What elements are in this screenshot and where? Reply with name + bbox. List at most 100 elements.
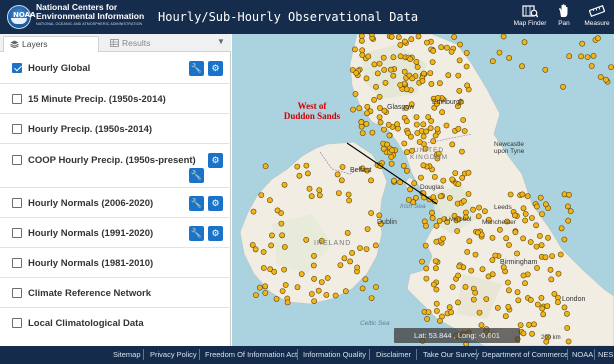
station-marker[interactable]	[439, 109, 445, 116]
station-marker[interactable]	[354, 264, 361, 271]
station-marker[interactable]	[436, 80, 443, 87]
station-marker[interactable]	[457, 41, 463, 48]
station-marker[interactable]	[430, 138, 437, 145]
station-marker[interactable]	[560, 83, 566, 90]
station-marker[interactable]	[590, 52, 597, 59]
station-marker[interactable]	[281, 181, 288, 188]
station-marker[interactable]	[448, 48, 455, 55]
layer-row-15min-precip[interactable]: 15 Minute Precip. (1950s-2014)	[0, 84, 231, 114]
station-marker[interactable]	[542, 66, 549, 73]
station-marker[interactable]	[522, 211, 529, 217]
footer-link-nesdis[interactable]: NESDIS	[598, 350, 614, 359]
station-marker[interactable]	[603, 76, 609, 83]
station-marker[interactable]	[373, 83, 379, 90]
station-marker[interactable]	[463, 49, 470, 56]
layer-row-climate-reference-network[interactable]: Climate Reference Network	[0, 278, 231, 308]
station-marker[interactable]	[492, 252, 499, 259]
station-marker[interactable]	[369, 129, 376, 136]
station-marker[interactable]	[555, 270, 562, 277]
footer-link-sitemap[interactable]: Sitemap	[113, 350, 141, 359]
station-marker[interactable]	[455, 125, 462, 132]
station-marker[interactable]	[429, 59, 436, 65]
collapse-panel-icon[interactable]: ▼	[217, 37, 225, 46]
station-marker[interactable]	[427, 125, 434, 132]
station-marker[interactable]	[356, 105, 363, 112]
station-marker[interactable]	[368, 177, 374, 184]
station-marker[interactable]	[554, 299, 561, 306]
station-marker[interactable]	[425, 114, 432, 120]
station-marker[interactable]	[364, 226, 371, 232]
gear-icon[interactable]: ⚙	[208, 153, 223, 168]
station-marker[interactable]	[432, 265, 439, 272]
station-marker[interactable]	[408, 36, 415, 43]
layer-row-hourly-normals-1981[interactable]: Hourly Normals (1981-2010)	[0, 248, 231, 278]
station-marker[interactable]	[420, 70, 427, 77]
layer-checkbox[interactable]	[12, 258, 22, 268]
station-marker[interactable]	[390, 177, 397, 184]
station-marker[interactable]	[374, 70, 381, 77]
station-marker[interactable]	[282, 282, 289, 288]
station-marker[interactable]	[279, 232, 285, 239]
station-marker[interactable]	[380, 54, 387, 61]
layer-row-local-climatological-data[interactable]: Local Climatological Data	[0, 308, 231, 338]
station-marker[interactable]	[432, 258, 439, 264]
station-marker[interactable]	[527, 296, 534, 303]
station-marker[interactable]	[363, 121, 370, 127]
station-marker[interactable]	[400, 162, 407, 169]
station-marker[interactable]	[548, 276, 555, 283]
station-marker[interactable]	[310, 262, 317, 269]
station-marker[interactable]	[460, 198, 467, 204]
station-marker[interactable]	[359, 285, 366, 292]
station-marker[interactable]	[465, 190, 472, 197]
station-marker[interactable]	[470, 296, 477, 303]
station-marker[interactable]	[489, 58, 496, 65]
station-marker[interactable]	[496, 49, 503, 56]
station-marker[interactable]	[565, 191, 572, 198]
station-marker[interactable]	[256, 284, 263, 291]
station-marker[interactable]	[505, 287, 512, 294]
station-marker[interactable]	[429, 215, 436, 222]
station-marker[interactable]	[565, 217, 572, 224]
station-marker[interactable]	[463, 63, 470, 70]
station-marker[interactable]	[311, 252, 317, 259]
station-marker[interactable]	[306, 185, 313, 192]
station-marker[interactable]	[388, 154, 395, 160]
org-name-line2[interactable]: Environmental Information	[36, 12, 144, 21]
station-marker[interactable]	[422, 242, 429, 249]
station-marker[interactable]	[338, 177, 345, 184]
station-marker[interactable]	[466, 238, 473, 245]
station-marker[interactable]	[359, 52, 366, 58]
footer-link-take-our-survey[interactable]: Take Our Survey	[423, 350, 479, 359]
station-marker[interactable]	[424, 316, 430, 322]
station-marker[interactable]	[489, 234, 496, 241]
station-marker[interactable]	[464, 82, 470, 89]
station-marker[interactable]	[371, 61, 378, 68]
station-marker[interactable]	[433, 300, 440, 307]
station-marker[interactable]	[303, 236, 310, 243]
station-marker[interactable]	[464, 248, 471, 255]
station-marker[interactable]	[515, 297, 522, 304]
station-marker[interactable]	[507, 191, 514, 198]
station-marker[interactable]	[519, 63, 525, 70]
station-marker[interactable]	[371, 96, 377, 103]
station-marker[interactable]	[538, 242, 545, 249]
station-marker[interactable]	[359, 47, 366, 54]
pan-button[interactable]: Pan	[554, 4, 574, 32]
station-marker[interactable]	[403, 149, 410, 156]
station-marker[interactable]	[465, 169, 472, 176]
station-marker[interactable]	[519, 191, 526, 198]
station-marker[interactable]	[539, 305, 546, 312]
station-marker[interactable]	[420, 121, 427, 128]
station-marker[interactable]	[419, 258, 425, 265]
station-marker[interactable]	[439, 313, 445, 320]
station-marker[interactable]	[451, 34, 457, 40]
station-marker[interactable]	[417, 174, 424, 181]
station-marker[interactable]	[443, 122, 450, 129]
station-marker[interactable]	[362, 276, 369, 283]
footer-link-noaa[interactable]: NOAA	[572, 350, 593, 359]
station-marker[interactable]	[401, 68, 408, 75]
station-marker[interactable]	[512, 229, 519, 236]
station-marker[interactable]	[365, 53, 372, 60]
station-marker[interactable]	[346, 197, 352, 204]
station-marker[interactable]	[428, 81, 435, 87]
